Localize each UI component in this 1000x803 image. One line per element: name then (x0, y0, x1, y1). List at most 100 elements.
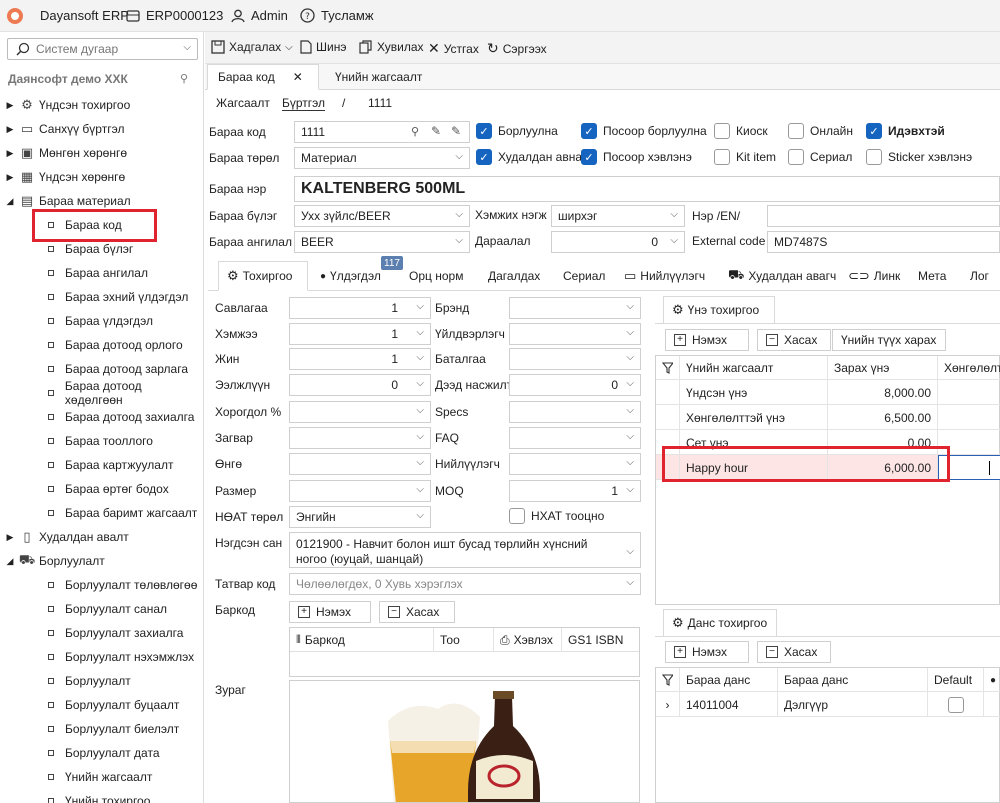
type-select[interactable]: Материал ⌵ (294, 147, 470, 169)
sidebar-child-item[interactable]: Борлуулалт буцаалт (0, 694, 200, 716)
new-button[interactable]: Шинэ (300, 40, 346, 54)
breadcrumb-register[interactable]: Бүртгэл (282, 96, 326, 111)
sidebar-root-item[interactable]: ▶ ▭ Санхүү бүртгэл (0, 118, 200, 140)
refresh-button[interactable]: ↻ Сэргээх (487, 40, 547, 57)
col-gs1[interactable]: GS1 ISBN (562, 628, 639, 652)
subtab-item[interactable]: ▭ Нийлүүлэгч (624, 262, 705, 290)
subtab-item[interactable]: Мета (918, 262, 946, 290)
order-field[interactable]: 0 ⌵ (551, 231, 685, 253)
sidebar-root-item[interactable]: ▶ ▯ Худалдан авалт (0, 526, 200, 548)
subtab-item[interactable]: Лог (970, 262, 989, 290)
setting-field[interactable]: Энгийн ⌵ (289, 506, 431, 528)
checkbox-unchecked[interactable] (788, 149, 804, 165)
caret-down-icon[interactable]: ◢ (3, 556, 17, 567)
category-select[interactable]: BEER ⌵ (294, 231, 470, 253)
setting-field[interactable]: 0 ⌵ (509, 374, 641, 396)
nhat-checkbox[interactable]: НХАТ тооцно (509, 508, 604, 524)
setting-field[interactable]: 1 ⌵ (289, 348, 431, 370)
account-add-button[interactable]: + Нэмэх (665, 641, 749, 663)
setting-field[interactable]: ⌵ (289, 480, 431, 502)
barcode-remove-button[interactable]: − Хасах (379, 601, 455, 623)
setting-field[interactable]: 1 ⌵ (289, 323, 431, 345)
price-list-cell[interactable]: Үндсэн үнэ (680, 380, 828, 405)
subtab-item[interactable]: ● Үлдэгдэл (320, 262, 381, 290)
sidebar-child-item[interactable]: Бараа үлдэгдэл (0, 310, 200, 332)
system-search-input[interactable] (36, 41, 176, 57)
col-price-list[interactable]: Үнийн жагсаалт (680, 356, 828, 380)
setting-field[interactable]: ⌵ (509, 348, 641, 370)
group-select[interactable]: Ухх зүйлс/BEER ⌵ (294, 205, 470, 227)
subtab-item[interactable]: Сериал (563, 262, 605, 290)
sidebar-root-item[interactable]: ▶ ▦ Үндсэн хөрөнгө (0, 166, 200, 188)
price-add-button[interactable]: + Нэмэх (665, 329, 749, 351)
price-remove-button[interactable]: − Хасах (757, 329, 831, 351)
pencil-icon[interactable]: ✎ (451, 124, 461, 138)
sidebar-child-item[interactable]: Борлуулалт захиалга (0, 622, 200, 644)
sidebar-child-item[interactable]: Борлуулалт нэхэмжлэх (0, 646, 200, 668)
checkbox-unchecked[interactable] (714, 123, 730, 139)
sidebar-child-item[interactable]: Бараа тооллого (0, 430, 200, 452)
checkbox-unchecked[interactable] (714, 149, 730, 165)
checkbox-checked[interactable]: ✓ (866, 123, 882, 139)
setting-field[interactable]: 1 ⌵ (509, 480, 641, 502)
setting-field[interactable]: ⌵ (509, 323, 641, 345)
sidebar-root-item[interactable]: ▶ ▣ Мөнгөн хөрөнгө (0, 142, 200, 164)
chevron-down-icon[interactable]: ⌵ (183, 42, 191, 53)
search-icon[interactable]: ⚲ (411, 125, 419, 138)
breadcrumb-list[interactable]: Жагсаалт (216, 96, 270, 110)
sidebar-root-item[interactable]: ▶ ⚙ Үндсэн тохиргоо (0, 94, 200, 116)
tab-price-list[interactable]: Үнийн жагсаалт (325, 64, 432, 90)
account-name-cell[interactable]: Дэлгүүр (778, 692, 928, 717)
sale-price-cell[interactable]: 8,000.00 (828, 380, 938, 405)
setting-field[interactable]: ⌵ (289, 401, 431, 423)
barcode-add-button[interactable]: + Нэмэх (289, 601, 371, 623)
erp-id[interactable]: ERP0000123 (126, 8, 223, 23)
subtab-item[interactable]: Орц норм (409, 262, 463, 290)
code-field[interactable]: 1111 ⚲ ✎ ✎ (294, 121, 470, 143)
sidebar-child-item[interactable]: Бараа дотоод орлого (0, 334, 200, 356)
default-cell[interactable] (928, 692, 984, 717)
sidebar-child-item[interactable]: Бараа өртөг бодох (0, 478, 200, 500)
tab-item-code[interactable]: Бараа код ✕ (207, 64, 319, 90)
option-checkbox[interactable]: ✓ Худалдан авна (476, 149, 582, 165)
nhat-checkbox-box[interactable] (509, 508, 525, 524)
sidebar-child-item[interactable]: Борлуулалт төлөвлөгөө (0, 574, 200, 596)
table-row[interactable]: › 14011004 Дэлгүүр (656, 692, 1000, 717)
system-search[interactable]: ⌵ (7, 38, 198, 60)
option-checkbox[interactable]: Киоск (714, 123, 768, 139)
caret-right-icon[interactable]: ▶ (3, 148, 17, 159)
checkbox-checked[interactable]: ✓ (476, 149, 492, 165)
checkbox-unchecked[interactable] (788, 123, 804, 139)
copy-button[interactable]: Хувилах (359, 40, 424, 54)
subtab-item[interactable]: ⚙ Тохиргоо (227, 262, 292, 290)
option-checkbox[interactable]: Сериал (788, 149, 852, 165)
row-indicator[interactable] (656, 405, 680, 430)
sidebar-child-item[interactable]: Бараа дотоод захиалга (0, 406, 200, 428)
table-row[interactable]: Үндсэн үнэ 8,000.00 (656, 380, 1000, 405)
option-checkbox[interactable]: Sticker хэвлэнэ (866, 149, 972, 165)
setting-field[interactable]: 0 ⌵ (289, 374, 431, 396)
filter-icon[interactable] (656, 356, 680, 380)
caret-right-icon[interactable]: ▶ (3, 124, 17, 135)
filter-icon[interactable] (656, 668, 680, 692)
save-button[interactable]: Хадгалах ⌵ (211, 40, 293, 54)
option-checkbox[interactable]: Kit item (714, 149, 776, 165)
sidebar-child-item[interactable]: Борлуулалт (0, 670, 200, 692)
col-qty[interactable]: Тоо (434, 628, 494, 652)
name-en-field[interactable] (767, 205, 1000, 227)
sidebar-child-item[interactable]: Бараа баримт жагсаалт (0, 502, 200, 524)
name-field[interactable]: KALTENBERG 500ML (294, 176, 1000, 202)
option-checkbox[interactable]: ✓ Борлуулна (476, 123, 558, 139)
sidebar-child-item[interactable]: Үнийн жагсаалт (0, 766, 200, 788)
sidebar-child-item[interactable]: Үнийн тохиргоо (0, 790, 200, 803)
sidebar-child-item[interactable]: Бараа картжуулалт (0, 454, 200, 476)
row-indicator[interactable] (656, 380, 680, 405)
checkbox-checked[interactable]: ✓ (581, 123, 597, 139)
sidebar-child-item[interactable]: Борлуулалт санал (0, 598, 200, 620)
col-sale-price[interactable]: Зарах үнэ (828, 356, 938, 380)
sidebar-root-item[interactable]: ◢ ⛟ Борлуулалт (0, 550, 200, 572)
checkbox-unchecked[interactable] (866, 149, 882, 165)
sidebar-child-item[interactable]: Бараа дотоод зарлага (0, 358, 200, 380)
edit-icon[interactable]: ✎ (431, 124, 441, 138)
delete-button[interactable]: ✕ Устгах (428, 40, 479, 57)
